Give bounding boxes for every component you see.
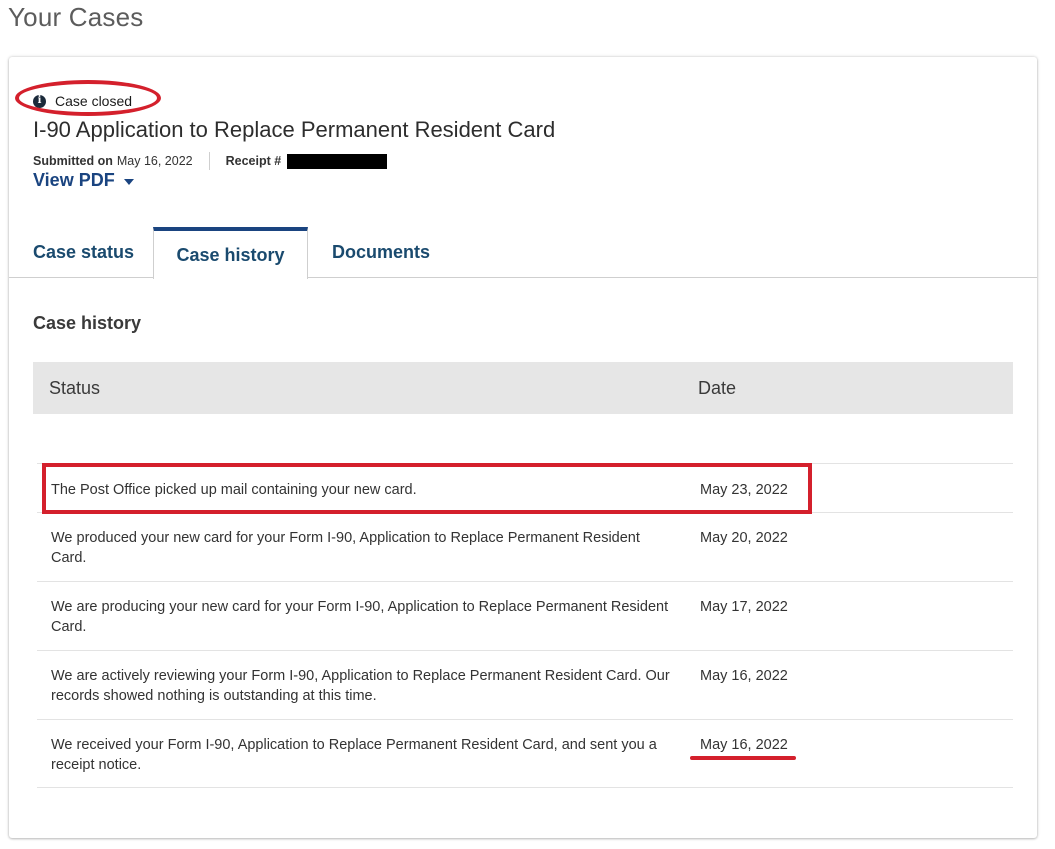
table-header: Status Date xyxy=(33,362,1013,414)
table-row: We are producing your new card for your … xyxy=(37,581,1013,650)
row-status: We are producing your new card for your … xyxy=(51,599,669,635)
row-date: May 20, 2022 xyxy=(700,530,788,546)
row-status: We are actively reviewing your Form I-90… xyxy=(51,668,670,704)
history-table-body: The Post Office picked up mail containin… xyxy=(37,463,1013,788)
redacted-receipt-number xyxy=(287,153,388,169)
row-status: The Post Office picked up mail containin… xyxy=(51,482,417,498)
receipt-label: Receipt # xyxy=(225,154,282,168)
case-meta: Submitted on May 16, 2022 Receipt # xyxy=(33,152,388,170)
page-title: Your Cases xyxy=(8,2,144,32)
case-status-label: Case closed xyxy=(55,93,133,109)
row-status: We produced your new card for your Form … xyxy=(51,530,640,566)
table-row: The Post Office picked up mail containin… xyxy=(37,463,1013,512)
submitted-label: Submitted on xyxy=(33,154,113,168)
case-card: i Case closed I-90 Application to Replac… xyxy=(9,57,1037,838)
section-title: Case history xyxy=(33,313,142,333)
case-title: I-90 Application to Replace Permanent Re… xyxy=(33,117,556,142)
column-header-date: Date xyxy=(698,377,737,398)
row-date: May 16, 2022 xyxy=(700,737,788,753)
column-header-status: Status xyxy=(49,377,101,398)
view-pdf-label: View PDF xyxy=(33,170,115,190)
meta-divider xyxy=(208,152,210,170)
tab-documents[interactable]: Documents xyxy=(332,227,430,278)
table-row: We received your Form I-90, Application … xyxy=(37,719,1013,788)
row-date: May 23, 2022 xyxy=(700,482,788,498)
tab-case-status[interactable]: Case status xyxy=(33,227,134,278)
row-date: May 17, 2022 xyxy=(700,599,788,615)
submitted-date: May 16, 2022 xyxy=(116,154,193,168)
table-row: We produced your new card for your Form … xyxy=(37,512,1013,581)
case-tabs: Case status Case history Documents xyxy=(9,227,1037,279)
caret-down-icon xyxy=(123,178,134,185)
view-pdf-button[interactable]: View PDF xyxy=(33,170,134,191)
info-icon: i xyxy=(33,94,46,108)
tab-case-history[interactable]: Case history xyxy=(153,227,308,279)
case-status-badge: i Case closed xyxy=(27,86,163,116)
row-date: May 16, 2022 xyxy=(700,668,788,684)
row-status: We received your Form I-90, Application … xyxy=(51,737,657,773)
table-row: We are actively reviewing your Form I-90… xyxy=(37,650,1013,719)
